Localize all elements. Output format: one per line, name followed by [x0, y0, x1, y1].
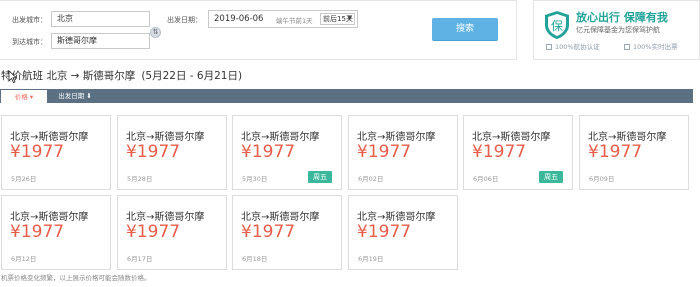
date-value: 2019-06-06	[214, 14, 264, 24]
check-icon	[546, 44, 552, 50]
flight-card[interactable]: 北京→斯德哥尔摩 ¥1977 5月30日 周五	[232, 115, 342, 190]
check-icon	[624, 44, 630, 50]
flight-card-route: 北京→斯德哥尔摩	[241, 212, 320, 223]
date-label: 出发日期：	[167, 16, 202, 24]
flight-card-route: 北京→斯德哥尔摩	[10, 132, 89, 143]
weekday-badge: 周五	[308, 171, 332, 183]
flight-card-date: 6月19日	[358, 255, 384, 263]
flight-card-price: ¥1977	[10, 142, 65, 162]
flight-card-price: ¥1977	[10, 222, 65, 242]
flight-card[interactable]: 北京→斯德哥尔摩 ¥1977 5月28日	[117, 115, 227, 190]
flight-card[interactable]: 北京→斯德哥尔摩 ¥1977 6月12日	[1, 195, 111, 270]
promo-panel: 保 放心出行 保障有我 亿元保障基金为您保驾护航 100%航协认证 100%实时…	[533, 0, 700, 60]
flight-card[interactable]: 北京→斯德哥尔摩 ¥1977 6月19日	[348, 195, 458, 270]
flight-card-route: 北京→斯德哥尔摩	[10, 212, 89, 223]
flight-card-route: 北京→斯德哥尔摩	[241, 132, 320, 143]
from-city-input[interactable]: 北京	[51, 11, 150, 27]
flight-card-date: 6月09日	[589, 175, 615, 183]
flight-card-date: 5月26日	[11, 175, 37, 183]
flight-card-route: 北京→斯德哥尔摩	[588, 132, 667, 143]
flight-card-route: 北京→斯德哥尔摩	[472, 132, 551, 143]
to-city-input[interactable]: 斯德哥尔摩	[51, 33, 150, 49]
date-field[interactable]: 2019-06-06 端午节前1天 前后15天 ▼	[208, 10, 358, 28]
flight-card[interactable]: 北京→斯德哥尔摩 ¥1977 6月18日	[232, 195, 342, 270]
flight-card-date: 6月18日	[242, 255, 268, 263]
tab-sort-departure-date[interactable]: 出发日期 ⬇	[55, 89, 95, 103]
from-city-label: 出发城市：	[12, 16, 47, 24]
tab-sort-price[interactable]: 价格 ▾	[1, 89, 47, 103]
section-date-range: (5月22日 - 6月21日)	[141, 70, 243, 82]
chevron-down-icon: ▼	[347, 15, 352, 22]
flight-card-route: 北京→斯德哥尔摩	[357, 132, 436, 143]
mouse-cursor-icon	[8, 70, 18, 83]
flight-card-date: 6月02日	[358, 175, 384, 183]
flight-card-price: ¥1977	[357, 222, 412, 242]
flight-card-price: ¥1977	[241, 222, 296, 242]
flight-card[interactable]: 北京→斯德哥尔摩 ¥1977 6月02日	[348, 115, 458, 190]
weekday-badge: 周五	[539, 171, 563, 183]
promo-title: 放心出行 保障有我	[576, 11, 668, 24]
search-panel: 出发城市： 北京 到达城市： 斯德哥尔摩 ⇅ 出发日期： 2019-06-06 …	[0, 0, 517, 60]
flight-card-route: 北京→斯德哥尔摩	[126, 132, 205, 143]
promo-feature-certified-label: 100%航协认证	[555, 43, 600, 51]
flight-card[interactable]: 北京→斯德哥尔摩 ¥1977 6月06日 周五	[463, 115, 573, 190]
to-city-label: 到达城市：	[12, 38, 47, 46]
promo-feature-certified: 100%航协认证	[546, 41, 600, 51]
promo-feature-ticketing: 100%实时出票	[624, 41, 678, 51]
flight-card[interactable]: 北京→斯德哥尔摩 ¥1977 5月26日	[1, 115, 111, 190]
flight-card-date: 5月30日	[242, 175, 268, 183]
flight-card-date: 6月17日	[127, 255, 153, 263]
sort-tab-bar: 价格 ▾ 出发日期 ⬇	[0, 89, 693, 103]
shield-icon: 保	[545, 11, 569, 39]
flight-card-date: 6月06日	[473, 175, 499, 183]
promo-subtitle: 亿元保障基金为您保驾护航	[576, 26, 660, 34]
section-route-title: 特价航班 北京 → 斯德哥尔摩	[1, 70, 136, 82]
date-holiday-note: 端午节前1天	[276, 17, 313, 25]
flight-card-route: 北京→斯德哥尔摩	[357, 212, 436, 223]
promo-feature-ticketing-label: 100%实时出票	[633, 43, 678, 51]
date-range-select[interactable]: 前后15天 ▼	[320, 13, 355, 25]
flight-card[interactable]: 北京→斯德哥尔摩 ¥1977 6月17日	[117, 195, 227, 270]
flight-card-price: ¥1977	[241, 142, 296, 162]
flight-card-price: ¥1977	[357, 142, 412, 162]
price-disclaimer: 机票价格变化频繁，以上展示价格可能会随数价格。	[1, 274, 151, 282]
svg-text:保: 保	[551, 19, 563, 33]
flight-card[interactable]: 北京→斯德哥尔摩 ¥1977 6月09日	[579, 115, 689, 190]
flight-card-price: ¥1977	[472, 142, 527, 162]
flight-card-date: 5月28日	[127, 175, 153, 183]
section-title: 特价航班 北京 → 斯德哥尔摩 (5月22日 - 6月21日)	[1, 68, 242, 83]
swap-cities-button[interactable]: ⇅	[150, 27, 161, 38]
search-button[interactable]: 搜索	[432, 18, 498, 40]
flight-card-date: 6月12日	[11, 255, 37, 263]
flight-card-route: 北京→斯德哥尔摩	[126, 212, 205, 223]
flight-card-price: ¥1977	[126, 142, 181, 162]
flight-card-price: ¥1977	[126, 222, 181, 242]
flight-card-price: ¥1977	[588, 142, 643, 162]
